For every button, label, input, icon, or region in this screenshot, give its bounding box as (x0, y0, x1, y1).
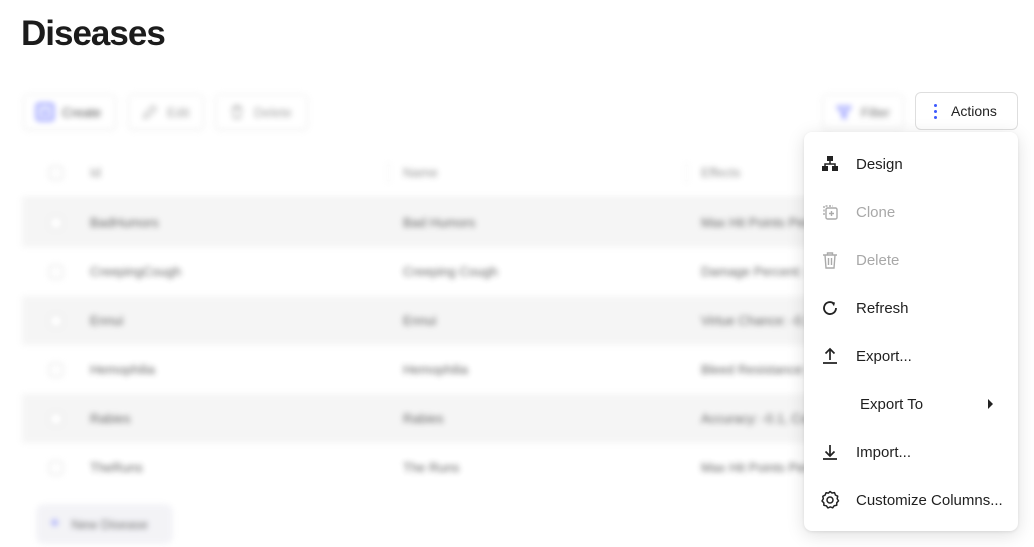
trash-icon (228, 103, 246, 121)
table-row[interactable]: Rabies Rabies Accuracy: -0.1, Cor (22, 394, 822, 443)
table-row[interactable]: CreepingCough Creeping Cough Damage Perc… (22, 247, 822, 296)
menu-label: Export... (856, 347, 912, 365)
cell-id: Hemophilia (90, 362, 156, 377)
cell-name: Hemophilia (403, 362, 469, 377)
select-all-checkbox[interactable] (49, 165, 63, 180)
menu-label: Clone (856, 203, 896, 221)
trash-icon (820, 250, 840, 270)
delete-label: Delete (254, 104, 292, 120)
plus-square-icon: + (36, 103, 54, 121)
menu-item-customize-columns[interactable]: Customize Columns... (804, 476, 1018, 524)
caret-right-icon (986, 397, 994, 414)
edit-label: Edit (167, 104, 190, 120)
diseases-table: Id Name Effects BadHumors Bad Humors Max… (22, 148, 822, 492)
menu-label: Delete (856, 251, 900, 269)
cell-name: Bad Humors (403, 215, 476, 230)
plus-icon: + (50, 515, 60, 532)
menu-item-clone[interactable]: Clone (804, 188, 1018, 236)
cell-name: The Runs (403, 460, 460, 475)
cell-id: TheRuns (90, 460, 143, 475)
filter-button[interactable]: Filter (822, 94, 904, 130)
header-name[interactable]: Name (388, 161, 686, 184)
menu-item-export-to[interactable]: Export To (804, 380, 1018, 428)
actions-button[interactable]: Actions (915, 92, 1018, 130)
row-checkbox[interactable] (49, 215, 63, 230)
actions-label: Actions (951, 103, 997, 119)
menu-item-design[interactable]: Design (804, 140, 1018, 188)
table-row[interactable]: Ennui Ennui Virtue Chance: -0.1 (22, 296, 822, 345)
menu-item-delete[interactable]: Delete (804, 236, 1018, 284)
cell-effects: Max Hit Points Perc (701, 460, 816, 475)
cell-id: Ennui (90, 313, 124, 328)
table-row[interactable]: BadHumors Bad Humors Max Hit Points Perc (22, 198, 822, 247)
upload-icon (820, 346, 840, 366)
sitemap-icon (820, 154, 840, 174)
cell-name: Rabies (403, 411, 444, 426)
row-checkbox[interactable] (49, 411, 63, 426)
row-checkbox[interactable] (49, 264, 63, 279)
table-row[interactable]: Hemophilia Hemophilia Bleed Resistance: … (22, 345, 822, 394)
table-row[interactable]: TheRuns The Runs Max Hit Points Perc (22, 443, 822, 492)
menu-item-export[interactable]: Export... (804, 332, 1018, 380)
new-disease-button[interactable]: + New Disease (36, 504, 173, 544)
page-title: Diseases (21, 14, 166, 53)
cell-effects: Accuracy: -0.1, Cor (701, 411, 813, 426)
cell-id: Rabies (90, 411, 131, 426)
kebab-icon (934, 103, 937, 119)
row-checkbox[interactable] (49, 460, 63, 475)
row-checkbox[interactable] (49, 313, 63, 328)
header-id[interactable]: Id (90, 162, 388, 184)
create-label: Create (62, 104, 102, 120)
pencil-icon (141, 103, 159, 121)
row-checkbox[interactable] (49, 362, 63, 377)
cell-name: Ennui (403, 313, 437, 328)
download-icon (820, 442, 840, 462)
actions-menu: Design Clone Delete Refresh Export... Ex… (804, 132, 1018, 531)
cell-id: BadHumors (90, 215, 159, 230)
delete-button[interactable]: Delete (215, 94, 308, 130)
menu-label: Refresh (856, 299, 909, 317)
menu-label: Customize Columns... (856, 491, 1003, 509)
cell-effects: Virtue Chance: -0.1 (701, 313, 813, 328)
filter-label: Filter (861, 104, 890, 120)
table-header: Id Name Effects (22, 148, 822, 198)
clone-icon (820, 202, 840, 222)
header-effects[interactable]: Effects (686, 161, 822, 184)
refresh-icon (820, 298, 840, 318)
menu-label: Export To (860, 395, 924, 413)
edit-button[interactable]: Edit (128, 94, 204, 130)
new-disease-label: New Disease (71, 516, 148, 532)
menu-label: Design (856, 155, 903, 173)
cell-effects: Bleed Resistance: - (701, 362, 814, 377)
gear-icon (820, 490, 840, 510)
menu-label: Import... (856, 443, 912, 461)
cell-name: Creeping Cough (403, 264, 498, 279)
menu-item-refresh[interactable]: Refresh (804, 284, 1018, 332)
filter-icon (835, 103, 853, 121)
create-button[interactable]: + Create (23, 94, 116, 130)
cell-id: CreepingCough (90, 264, 182, 279)
cell-effects: Damage Percent: - (701, 264, 811, 279)
cell-effects: Max Hit Points Perc (701, 215, 816, 230)
menu-item-import[interactable]: Import... (804, 428, 1018, 476)
